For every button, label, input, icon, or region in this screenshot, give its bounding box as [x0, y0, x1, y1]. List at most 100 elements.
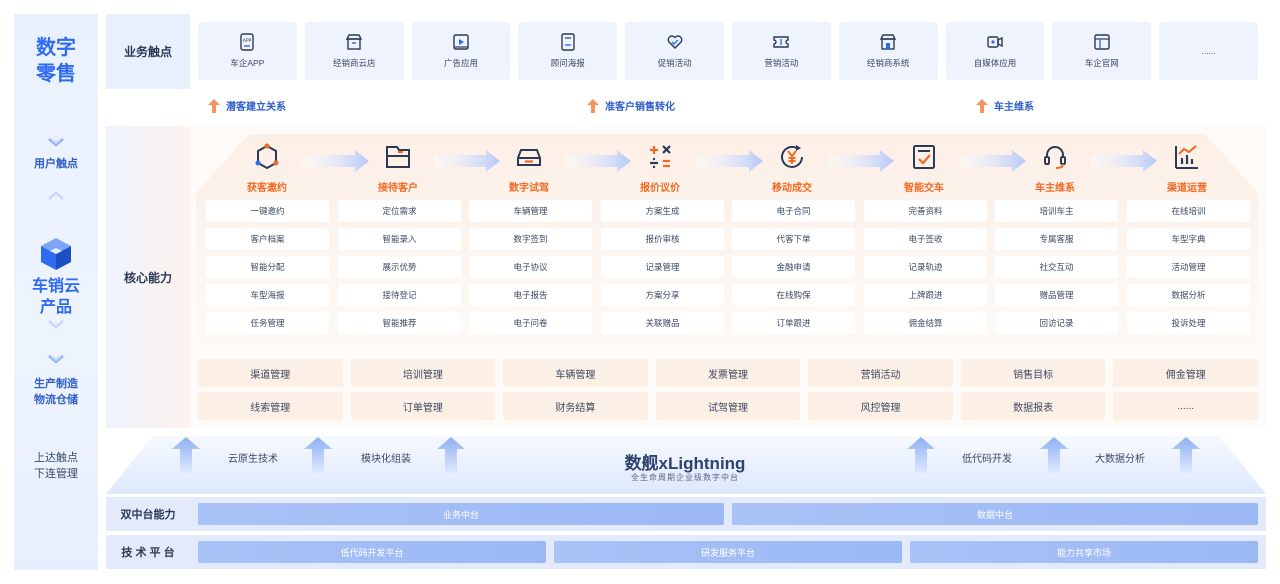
feature-item[interactable]: 车型字典	[1127, 228, 1250, 250]
capability-market-bar[interactable]: 能力共享市场	[910, 541, 1258, 563]
management-item[interactable]: 订单管理	[350, 392, 496, 420]
feature-item[interactable]: 接待登记	[338, 284, 461, 306]
feature-item[interactable]: 方案生成	[601, 200, 724, 222]
feature-item[interactable]: 社交互动	[995, 256, 1118, 278]
business-platform-bar[interactable]: 业务中台	[198, 503, 724, 525]
arrow-up-icon	[437, 437, 465, 473]
feature-item[interactable]: 投诉处理	[1127, 312, 1250, 334]
management-item[interactable]: 车辆管理	[503, 359, 648, 387]
stage-note-label: 准客户销售转化	[605, 102, 675, 113]
management-item[interactable]: 风控管理	[808, 392, 953, 420]
touchpoint-label: 顾问海报	[550, 58, 585, 68]
upstream-line-1: 上达触点	[34, 452, 78, 464]
feature-item[interactable]: 记录轨迹	[864, 256, 987, 278]
tech-label: 云原生技术	[228, 454, 278, 465]
feature-item[interactable]: 报价审核	[601, 228, 724, 250]
touchpoint-card[interactable]: 经销商云店	[304, 22, 404, 80]
feature-item[interactable]: 定位需求	[338, 200, 461, 222]
feature-item[interactable]: 数据分析	[1127, 284, 1250, 306]
dev-service-platform-bar[interactable]: 研发服务平台	[554, 541, 902, 563]
feature-item[interactable]: 上牌跟进	[864, 284, 987, 306]
feature-item[interactable]: 记录管理	[601, 256, 724, 278]
management-item[interactable]: 营销活动	[808, 359, 953, 387]
touchpoint-card[interactable]: 顾问海报	[518, 22, 618, 80]
touchpoint-card[interactable]: ......	[1159, 22, 1258, 80]
feature-item[interactable]: 电子问卷	[469, 312, 592, 334]
touchpoint-card[interactable]: 广告应用	[411, 22, 511, 80]
management-item[interactable]: 试驾管理	[655, 392, 801, 420]
chevron-down-icon	[48, 355, 64, 364]
feature-item[interactable]: 电子合同	[732, 200, 855, 222]
flow-arrow-icon	[828, 150, 894, 172]
feature-item[interactable]: 培训车主	[995, 200, 1118, 222]
touchpoint-label: 营销活动	[764, 58, 799, 68]
tech-label: 大数据分析	[1095, 454, 1145, 465]
feature-item[interactable]: 一键邀约	[206, 200, 329, 222]
lowcode-platform-bar[interactable]: 低代码开发平台	[198, 541, 546, 563]
flow-arrow-icon	[960, 150, 1026, 172]
cube-icon	[41, 238, 71, 270]
feature-item[interactable]: 方案分享	[601, 284, 724, 306]
svg-text:APP: APP	[243, 38, 252, 44]
feature-item[interactable]: 代客下单	[732, 228, 855, 250]
touchpoint-label: 车企官网	[1084, 58, 1119, 68]
management-item[interactable]: 线索管理	[198, 392, 343, 420]
management-item[interactable]: 培训管理	[350, 359, 496, 387]
touchpoint-card[interactable]: 经销商系统	[838, 22, 938, 80]
chevron-down-icon	[48, 138, 64, 147]
feature-item[interactable]: 订单跟进	[732, 312, 855, 334]
cloud-product-line-1: 车销云	[31, 278, 80, 295]
yen-refresh-icon	[781, 145, 803, 168]
touchpoint-card[interactable]: 车企官网	[1052, 22, 1152, 80]
website-icon	[1094, 34, 1110, 50]
touchpoint-card[interactable]: 促销活动	[625, 22, 724, 80]
feature-item[interactable]: 活动管理	[1127, 256, 1250, 278]
feature-item[interactable]: 在线购保	[732, 284, 855, 306]
touchpoint-label: 促销活动	[657, 58, 692, 68]
arrow-up-icon	[208, 98, 220, 113]
feature-item[interactable]: 客户档案	[206, 228, 329, 250]
touchpoint-card[interactable]: APP 车企APP	[198, 22, 297, 80]
data-platform-bar[interactable]: 数据中台	[732, 503, 1258, 525]
arrow-up-icon	[1172, 437, 1200, 473]
management-item[interactable]: 佣金管理	[1113, 359, 1258, 387]
feature-item[interactable]: 车辆管理	[469, 200, 592, 222]
management-item[interactable]: 数据报表	[960, 392, 1106, 420]
feature-item[interactable]: 电子协议	[469, 256, 592, 278]
heart-icon	[667, 35, 682, 49]
feature-item[interactable]: 智能推荐	[338, 312, 461, 334]
stage-note: 车主维系	[976, 98, 1034, 113]
folder-icon	[386, 146, 410, 168]
feature-item[interactable]: 在线培训	[1127, 200, 1250, 222]
touchpoint-label: 经销商云店	[332, 58, 376, 68]
feature-item[interactable]: 赠品管理	[995, 284, 1118, 306]
management-item[interactable]: 销售目标	[960, 359, 1106, 387]
tech-platform-label: 技 术 平 台	[121, 547, 175, 559]
flow-arrow-icon	[1091, 150, 1157, 172]
tech-platform-row: 技 术 平 台 低代码开发平台 研发服务平台 能力共享市场	[106, 535, 1266, 569]
feature-item[interactable]: 关联赠品	[601, 312, 724, 334]
feature-item[interactable]: 电子报告	[469, 284, 592, 306]
feature-item[interactable]: 任务管理	[206, 312, 329, 334]
feature-item[interactable]: 金融申请	[732, 256, 855, 278]
management-item[interactable]: 财务结算	[503, 392, 648, 420]
app-icon: APP	[240, 33, 255, 51]
feature-item[interactable]: 智能录入	[338, 228, 461, 250]
feature-item[interactable]: 佣金结算	[864, 312, 987, 334]
touchpoint-card[interactable]: 自媒体应用	[945, 22, 1045, 80]
left-column: 数字 零售 用户触点 车销云 产品 生产制造 物流仓储 上达触点 下连管理	[14, 14, 98, 570]
management-item[interactable]: ......	[1113, 392, 1258, 420]
feature-item[interactable]: 电子签收	[864, 228, 987, 250]
feature-item[interactable]: 数字签到	[469, 228, 592, 250]
feature-item[interactable]: 展示优势	[338, 256, 461, 278]
management-item[interactable]: 发票管理	[655, 359, 801, 387]
feature-item[interactable]: 专属客服	[995, 228, 1118, 250]
network-icon	[255, 143, 279, 170]
feature-item[interactable]: 完善资料	[864, 200, 987, 222]
management-item[interactable]: 渠道管理	[198, 359, 343, 387]
feature-item[interactable]: 车型海报	[206, 284, 329, 306]
touchpoint-card[interactable]: 营销活动	[731, 22, 831, 80]
feature-item[interactable]: 回访记录	[995, 312, 1118, 334]
dual-platform-label: 双中台能力	[120, 509, 176, 521]
feature-item[interactable]: 智能分配	[206, 256, 329, 278]
